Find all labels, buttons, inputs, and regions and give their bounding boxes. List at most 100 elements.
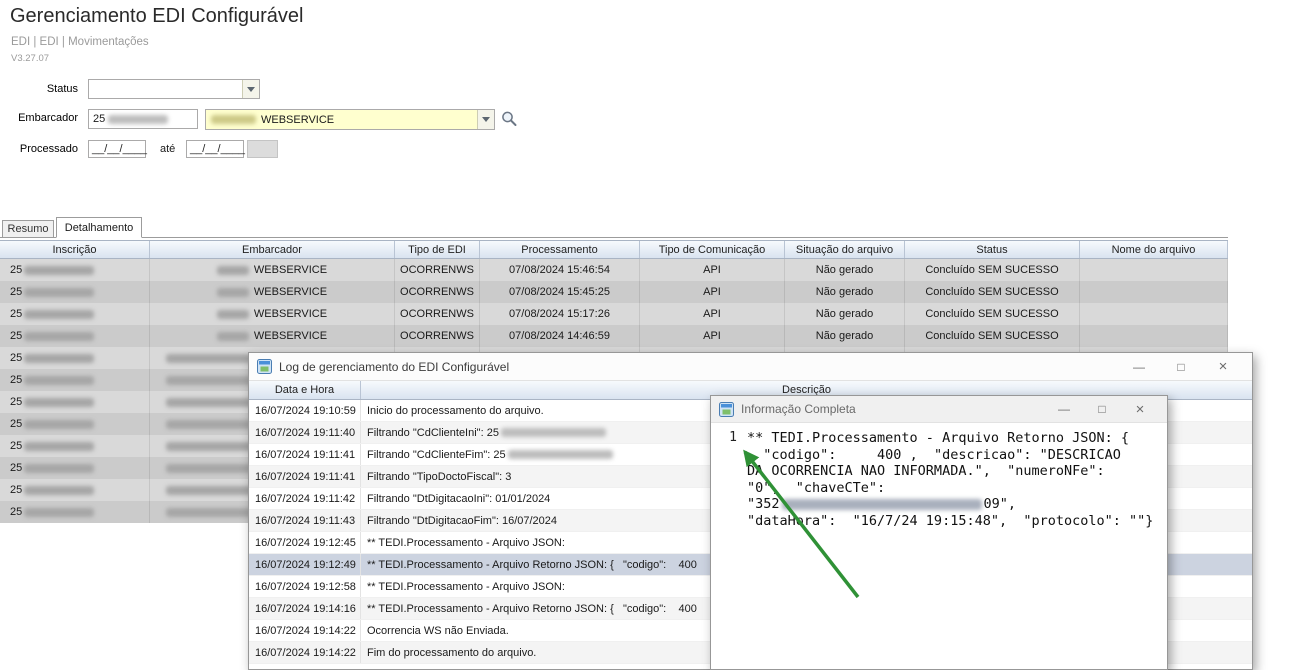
embarcador-code-input[interactable]: 25 <box>88 109 198 129</box>
cell-inscricao: 25 <box>0 347 150 369</box>
redacted-text <box>24 288 94 297</box>
minimize-icon[interactable]: — <box>1118 355 1160 379</box>
redacted-text <box>501 428 606 437</box>
redacted-text <box>24 486 94 495</box>
redacted-text <box>166 486 254 495</box>
cell-processamento: 07/08/2024 15:45:25 <box>480 281 640 303</box>
cell-inscricao: 25 <box>0 479 150 501</box>
cell-processamento: 07/08/2024 15:17:26 <box>480 303 640 325</box>
cell-status: Concluído SEM SUCESSO <box>905 259 1080 281</box>
log-datetime: 16/07/2024 19:12:58 <box>249 576 361 597</box>
cell-tipo-comunicacao: API <box>640 325 785 347</box>
chevron-down-icon[interactable] <box>477 110 494 129</box>
embarcador-label: Embarcador <box>0 112 78 124</box>
cell-situacao: Não gerado <box>785 259 905 281</box>
cell-inscricao: 25 <box>0 413 150 435</box>
cell-inscricao: 25 <box>0 281 150 303</box>
log-datetime: 16/07/2024 19:14:16 <box>249 598 361 619</box>
log-datetime: 16/07/2024 19:11:40 <box>249 422 361 443</box>
cell-nome-arquivo <box>1080 303 1228 325</box>
cell-inscricao: 25 <box>0 391 150 413</box>
cell-embarcador: WEBSERVICE <box>150 303 395 325</box>
column-header-embarcador[interactable]: Embarcador <box>150 241 395 258</box>
embarcador-select[interactable]: WEBSERVICE <box>205 109 495 130</box>
redacted-text <box>24 376 94 385</box>
redacted-text <box>24 332 94 341</box>
tab-detalhamento[interactable]: Detalhamento <box>56 217 142 238</box>
close-icon[interactable]: × <box>1121 397 1159 421</box>
redacted-text <box>211 115 256 124</box>
json-return-text[interactable]: ** TEDI.Processamento - Arquivo Retorno … <box>745 423 1167 529</box>
redacted-text <box>166 398 254 407</box>
redacted-text <box>217 288 249 297</box>
cell-nome-arquivo <box>1080 281 1228 303</box>
search-icon <box>500 110 518 128</box>
cell-tipo-edi: OCORRENWS <box>395 325 480 347</box>
minimize-icon[interactable]: — <box>1045 397 1083 421</box>
processado-to-input[interactable]: __/__/____ <box>186 140 244 158</box>
column-header-tipo-edi[interactable]: Tipo de EDI <box>395 241 480 258</box>
column-header-status[interactable]: Status <box>905 241 1080 258</box>
cell-tipo-edi: OCORRENWS <box>395 281 480 303</box>
log-datetime: 16/07/2024 19:11:43 <box>249 510 361 531</box>
redacted-text <box>24 266 94 275</box>
status-select[interactable] <box>88 79 260 99</box>
cell-status: Concluído SEM SUCESSO <box>905 303 1080 325</box>
redacted-text <box>24 442 94 451</box>
column-header-situacao[interactable]: Situação do arquivo <box>785 241 905 258</box>
cell-processamento: 07/08/2024 14:46:59 <box>480 325 640 347</box>
app-icon <box>719 402 734 417</box>
redacted-text <box>217 332 249 341</box>
redacted-text <box>166 442 254 451</box>
info-dialog: Informação Completa — □ × 1 ** TEDI.Proc… <box>710 395 1168 670</box>
log-datetime: 16/07/2024 19:11:42 <box>249 488 361 509</box>
app-icon <box>257 359 272 374</box>
cell-nome-arquivo <box>1080 325 1228 347</box>
cell-inscricao: 25 <box>0 303 150 325</box>
cell-inscricao: 25 <box>0 325 150 347</box>
cell-tipo-comunicacao: API <box>640 281 785 303</box>
cell-tipo-comunicacao: API <box>640 303 785 325</box>
table-row[interactable]: 25 WEBSERVICE OCORRENWS 07/08/2024 15:17… <box>0 303 1228 325</box>
redacted-text <box>24 354 94 363</box>
redacted-text <box>782 499 982 510</box>
column-header-nome-arquivo[interactable]: Nome do arquivo <box>1080 241 1228 258</box>
info-content: 1 ** TEDI.Processamento - Arquivo Retorn… <box>711 423 1167 529</box>
cell-status: Concluído SEM SUCESSO <box>905 281 1080 303</box>
log-dialog-title: Log de gerenciamento do EDI Configurável <box>279 360 509 374</box>
cell-inscricao: 25 <box>0 501 150 523</box>
table-row[interactable]: 25 WEBSERVICE OCORRENWS 07/08/2024 15:45… <box>0 281 1228 303</box>
tab-resumo[interactable]: Resumo <box>2 220 54 237</box>
chevron-down-icon[interactable] <box>242 80 259 98</box>
search-button[interactable] <box>498 108 520 130</box>
status-label: Status <box>0 83 78 95</box>
log-dialog-titlebar[interactable]: Log de gerenciamento do EDI Configurável… <box>249 353 1252 381</box>
processado-from-input[interactable]: __/__/____ <box>88 140 146 158</box>
tabstrip-divider <box>0 237 1228 238</box>
edi-grid-header: Inscrição Embarcador Tipo de EDI Process… <box>0 240 1228 259</box>
column-header-tipo-comunicacao[interactable]: Tipo de Comunicação <box>640 241 785 258</box>
breadcrumb: EDI | EDI | Movimentações <box>11 36 149 48</box>
cell-tipo-edi: OCORRENWS <box>395 303 480 325</box>
table-row[interactable]: 25 WEBSERVICE OCORRENWS 07/08/2024 15:46… <box>0 259 1228 281</box>
version-label: V3.27.07 <box>11 53 49 64</box>
embarcador-name-value: WEBSERVICE <box>261 114 334 126</box>
maximize-icon[interactable]: □ <box>1160 355 1202 379</box>
column-header-processamento[interactable]: Processamento <box>480 241 640 258</box>
cell-tipo-comunicacao: API <box>640 259 785 281</box>
cell-inscricao: 25 <box>0 435 150 457</box>
close-icon[interactable]: × <box>1202 355 1244 379</box>
cell-situacao: Não gerado <box>785 325 905 347</box>
table-row[interactable]: 25 WEBSERVICE OCORRENWS 07/08/2024 14:46… <box>0 325 1228 347</box>
column-header-data-e-hora[interactable]: Data e Hora <box>249 381 361 399</box>
cell-inscricao: 25 <box>0 457 150 479</box>
cell-situacao: Não gerado <box>785 303 905 325</box>
column-header-inscricao[interactable]: Inscrição <box>0 241 150 258</box>
redacted-text <box>108 115 168 124</box>
maximize-icon[interactable]: □ <box>1083 397 1121 421</box>
processado-label: Processado <box>0 143 78 155</box>
redacted-text <box>166 420 254 429</box>
redacted-text <box>166 354 254 363</box>
log-datetime: 16/07/2024 19:10:59 <box>249 400 361 421</box>
info-dialog-titlebar[interactable]: Informação Completa — □ × <box>711 396 1167 423</box>
